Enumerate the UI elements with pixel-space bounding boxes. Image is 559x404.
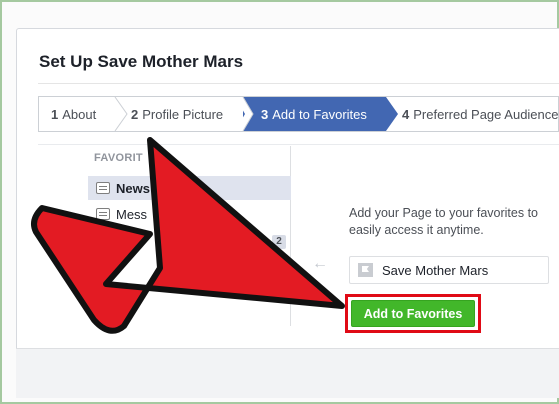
favorites-sidebar: FAVORIT News Mess bbox=[88, 146, 291, 326]
sidebar-heading: FAVORIT bbox=[94, 152, 143, 164]
footer-bar bbox=[16, 348, 559, 398]
arrow-left-icon: ← bbox=[312, 255, 328, 272]
favorite-preview: Save Mother Mars bbox=[349, 256, 549, 284]
page-flag-icon bbox=[358, 263, 373, 277]
add-to-favorites-button[interactable]: Add to Favorites bbox=[351, 300, 475, 327]
page-title: Set Up Save Mother Mars bbox=[39, 52, 244, 71]
favorite-preview-label: Save Mother Mars bbox=[382, 262, 489, 278]
count-badge: 2 bbox=[272, 235, 286, 249]
messages-icon bbox=[96, 208, 110, 220]
favorites-description: Add your Page to your favorites to easil… bbox=[349, 206, 538, 237]
step-separators bbox=[114, 97, 398, 131]
title-divider bbox=[38, 83, 559, 84]
setup-steps: 1 About 2 Profile Picture 3 Add to Favor… bbox=[38, 96, 559, 132]
sidebar-item-label: News bbox=[116, 180, 150, 196]
sidebar-item-label: Mess bbox=[116, 206, 148, 222]
news-feed-icon bbox=[96, 182, 110, 194]
sidebar-item-news[interactable]: News bbox=[88, 176, 291, 200]
body-divider bbox=[38, 144, 559, 145]
sidebar-item-messages[interactable]: Mess bbox=[88, 202, 291, 226]
